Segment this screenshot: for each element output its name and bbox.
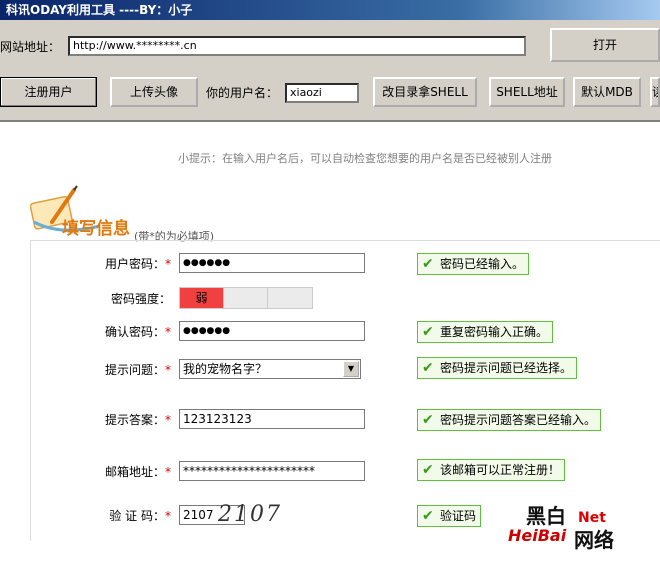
form-title: 填写信息 [62, 219, 130, 239]
register-user-button[interactable]: 注册用户 [0, 77, 97, 107]
check-icon: ✔ [422, 412, 434, 428]
upload-avatar-button[interactable]: 上传头像 [110, 77, 198, 107]
url-input[interactable]: http://www.********.cn [68, 36, 526, 56]
password-label: 用户密码：* [104, 257, 171, 271]
answer-label: 提示答案：* [104, 413, 171, 427]
check-icon: ✔ [422, 462, 434, 478]
window-title: 科讯ODAY利用工具 ----BY：小子 [6, 3, 193, 17]
url-label: 网站地址： [0, 40, 61, 54]
email-status: ✔ 该邮箱可以正常注册！ [417, 459, 566, 481]
email-label: 邮箱地址：* [104, 465, 171, 479]
strength-cell-strong [268, 288, 312, 308]
open-button[interactable]: 打开 [550, 28, 660, 62]
shell-address-button[interactable]: SHELL地址 [489, 77, 565, 107]
check-icon: ✔ [422, 508, 434, 524]
username-label: 你的用户名： [206, 86, 279, 100]
email-input[interactable]: ********************** [179, 461, 365, 481]
strength-cell-medium [224, 288, 268, 308]
hint-text: 小提示：在输入用户名后，可以自动检查您想要的用户名是否已经被别人注册 [178, 152, 552, 165]
check-icon: ✔ [422, 256, 434, 272]
answer-status: ✔ 密码提示问题答案已经输入。 [417, 409, 602, 431]
change-dir-shell-button[interactable]: 改目录拿SHELL [373, 77, 477, 107]
confirm-status: ✔ 重复密码输入正确。 [417, 321, 554, 343]
default-mdb-button[interactable]: 默认MDB [573, 77, 641, 107]
confirm-label: 确认密码：* [104, 325, 171, 339]
captcha-image[interactable]: 2107 [218, 502, 282, 527]
question-status: ✔ 密码提示问题已经选择。 [417, 357, 578, 379]
captcha-label: 验 证 码：* [109, 509, 171, 523]
registration-form: 用户密码：* ●●●●●● ✔ 密码已经输入。 密码强度： 弱 确认密码：* ●●… [30, 240, 660, 541]
question-label: 提示问题：* [104, 363, 171, 377]
check-icon: ✔ [422, 324, 434, 340]
title-bar: 科讯ODAY利用工具 ----BY：小子 [0, 0, 660, 20]
strength-label: 密码强度： [110, 292, 171, 306]
heibai-watermark: 黑白 Net HeiBai 网络 [508, 504, 614, 552]
question-select[interactable]: 我的宠物名字？ ▼ [179, 359, 361, 379]
read-button[interactable]: 读 [650, 77, 660, 107]
web-view: 小提示：在输入用户名后，可以自动检查您想要的用户名是否已经被别人注册 填写信息 … [0, 120, 660, 563]
password-input[interactable]: ●●●●●● [179, 253, 365, 273]
chevron-down-icon[interactable]: ▼ [343, 361, 359, 377]
check-icon: ✔ [422, 360, 434, 376]
captcha-status: ✔ 验证码 [417, 505, 482, 527]
username-input[interactable]: xiaozi [285, 83, 359, 103]
answer-input[interactable]: 123123123 [179, 409, 365, 429]
confirm-password-input[interactable]: ●●●●●● [179, 321, 365, 341]
password-status: ✔ 密码已经输入。 [417, 253, 530, 275]
password-strength-meter: 弱 [179, 287, 313, 309]
strength-cell-weak: 弱 [180, 288, 224, 308]
